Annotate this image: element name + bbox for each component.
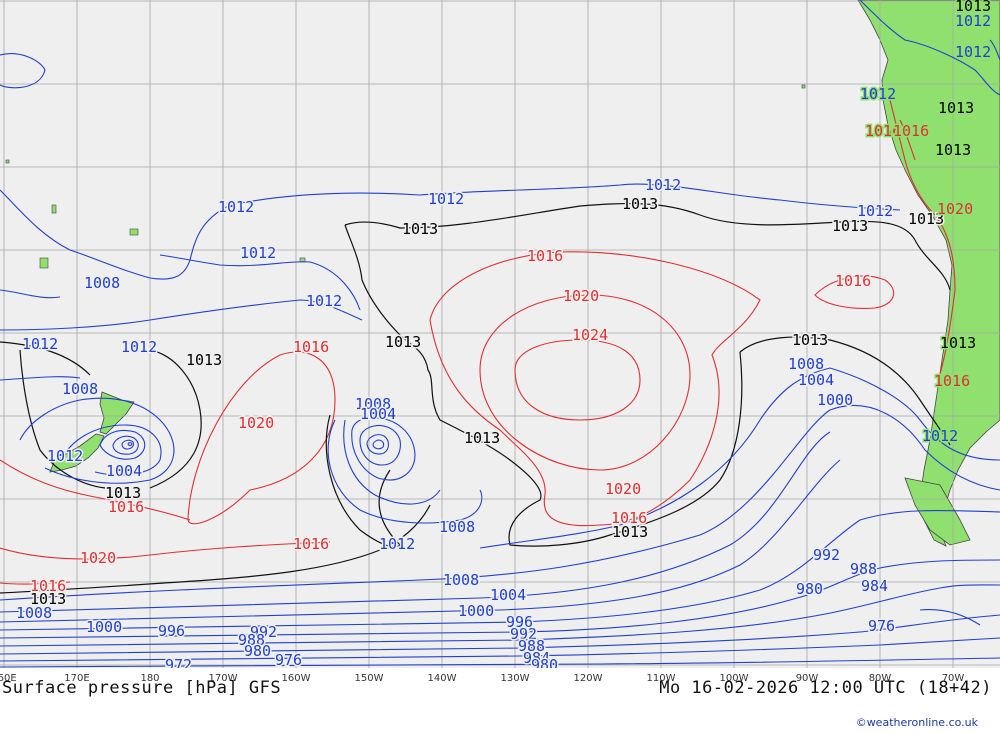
- isobar-label: 1013: [938, 99, 974, 117]
- lon-label: 120W: [573, 673, 603, 684]
- isobar-label: 1000: [817, 391, 853, 409]
- isobar-label: 1008: [84, 274, 120, 292]
- isobar-label: 1012: [955, 12, 991, 30]
- isobar-label: 1000: [86, 618, 122, 636]
- isobar-label: 1016: [293, 338, 329, 356]
- valid-time: Mo 16-02-2026 12:00 UTC (18+42): [659, 678, 992, 698]
- pressure-map: 1013 1013 1013 1013 1013 1013 1013 1013 …: [0, 0, 1000, 668]
- isobar-label: 1012: [306, 292, 342, 310]
- isobar-label: 1013: [792, 331, 828, 349]
- lon-label: 150W: [354, 673, 384, 684]
- isobar-label: 1020: [238, 414, 274, 432]
- isobar-label: 1013: [464, 429, 500, 447]
- isobar-label: 1008: [439, 518, 475, 536]
- isobar-label: 1013: [940, 334, 976, 352]
- copyright-link[interactable]: ©weatheronline.co.uk: [856, 716, 978, 729]
- isobar-label: 1012: [860, 85, 896, 103]
- isobar-label: 1012: [240, 244, 276, 262]
- isobar-label: 1000: [458, 602, 494, 620]
- map-title: Surface pressure [hPa] GFS: [2, 678, 282, 698]
- isobar-label: 1016: [934, 372, 970, 390]
- isobar-label: 1016: [293, 535, 329, 553]
- isobar-label: 976: [275, 651, 302, 668]
- isobar-label: 1016: [611, 509, 647, 527]
- isobar-label: 1004: [106, 462, 142, 480]
- isobar-label: 988: [850, 560, 877, 578]
- isobar-label: 1012: [645, 176, 681, 194]
- isobar-label: 1013: [935, 141, 971, 159]
- isobar-label: 1004: [360, 405, 396, 423]
- isobar-label: 1008: [443, 571, 479, 589]
- isobar-label: 992: [813, 546, 840, 564]
- isobar-label: 1012: [379, 535, 415, 553]
- isobar-label: 1012: [121, 338, 157, 356]
- isobar-label: 1012: [218, 198, 254, 216]
- isobar-label: 1013: [402, 220, 438, 238]
- isobar-label: 1012: [47, 447, 83, 465]
- isobar-label: 1020: [937, 200, 973, 218]
- lon-label: 140W: [427, 673, 457, 684]
- isobar-label: 1016: [835, 272, 871, 290]
- isobar-label: 1004: [490, 586, 526, 604]
- isobar-label: 980: [244, 642, 271, 660]
- isobar-label: 1020: [80, 549, 116, 567]
- isobar-label: 1008: [16, 604, 52, 622]
- isobar-label: 984: [861, 577, 888, 595]
- isobar-label: 1016: [108, 498, 144, 516]
- isobar-label: 972: [165, 656, 192, 668]
- isobar-label: 1024: [572, 326, 608, 344]
- isobar-label: 1020: [563, 287, 599, 305]
- map-canvas: 1013 1013 1013 1013 1013 1013 1013 1013 …: [0, 0, 1000, 668]
- isobar-label: 1012: [922, 427, 958, 445]
- isobar-label: 1016: [893, 122, 929, 140]
- isobar-label: 980: [796, 580, 823, 598]
- isobar-label: 1016: [30, 577, 66, 595]
- isobar-label: 1020: [605, 480, 641, 498]
- isobar-label: 1012: [428, 190, 464, 208]
- lon-label: 160W: [281, 673, 311, 684]
- isobar-label: 1012: [955, 43, 991, 61]
- lon-label: 130W: [500, 673, 530, 684]
- isobar-label: 1016: [527, 247, 563, 265]
- isobar-label: 1012: [857, 202, 893, 220]
- isobar-label: 996: [158, 622, 185, 640]
- isobar-label: 1008: [62, 380, 98, 398]
- isobar-label: 980: [531, 656, 558, 668]
- isobar-label: 1004: [798, 371, 834, 389]
- isobar-label: 1013: [385, 333, 421, 351]
- isobar-label: 1012: [22, 335, 58, 353]
- isobar-label: 976: [868, 617, 895, 635]
- isobar-label: 1013: [186, 351, 222, 369]
- isobar-label: 1013: [622, 195, 658, 213]
